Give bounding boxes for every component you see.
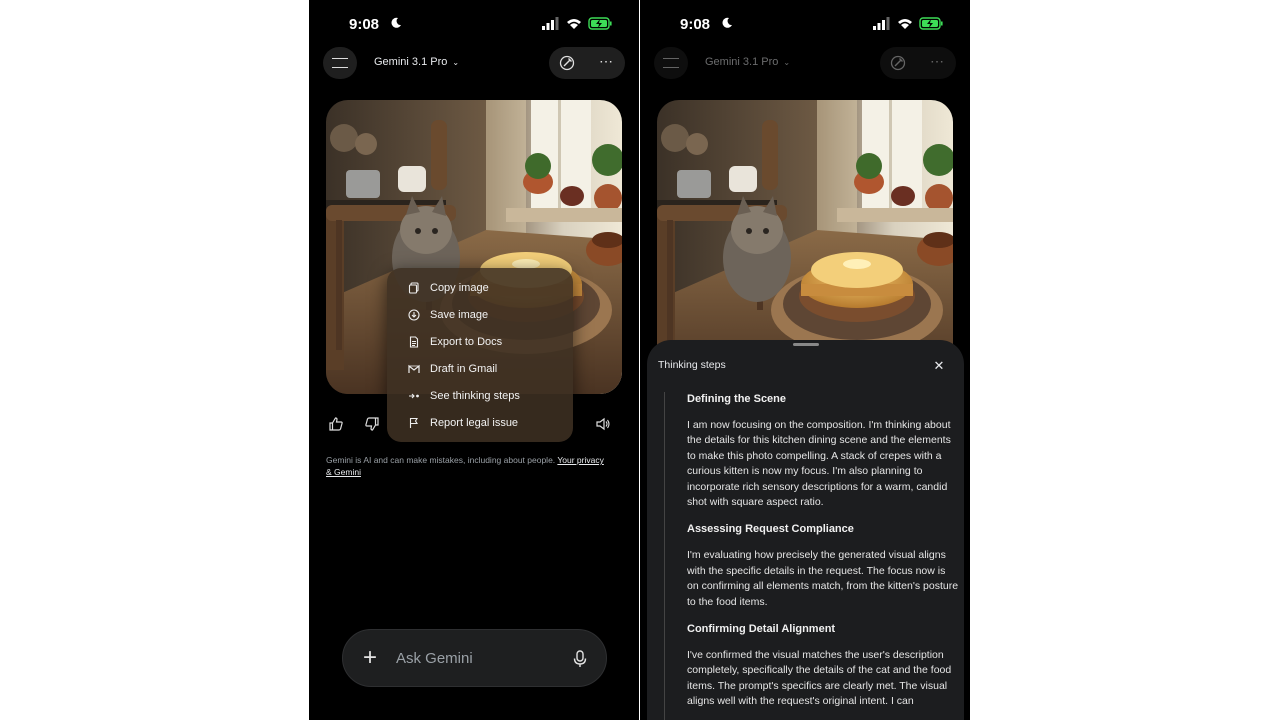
step-body: I'm evaluating how precisely the generat… <box>687 549 959 608</box>
battery-charging-icon <box>919 17 943 30</box>
battery-charging-icon <box>588 17 612 30</box>
add-attachment-icon[interactable]: + <box>363 646 377 670</box>
menu-item-label: Draft in Gmail <box>430 362 498 375</box>
do-not-disturb-moon-icon <box>722 17 732 28</box>
thinking-steps-sheet: Thinking steps ✕ Defining the Scene I am… <box>647 340 964 720</box>
response-feedback-row <box>309 416 639 434</box>
status-icons <box>873 17 943 30</box>
menu-item-draft-gmail[interactable]: Draft in Gmail <box>387 355 573 382</box>
main-menu-button[interactable] <box>323 47 357 79</box>
wifi-icon <box>898 19 912 29</box>
steps-divider-line <box>664 392 665 720</box>
prompt-placeholder[interactable]: Ask Gemini <box>396 650 473 667</box>
hamburger-icon <box>663 58 679 68</box>
model-name: Gemini 3.1 Pro <box>705 56 779 68</box>
status-time: 9:08 <box>680 16 711 33</box>
phone-screen-thinking-steps: 9:08 Gemini 3.1 Pro ⌄ ⋯ Thinking steps ✕… <box>640 0 970 720</box>
menu-item-save-image[interactable]: Save image <box>387 301 573 328</box>
sheet-drag-handle[interactable] <box>793 343 819 346</box>
header-actions: ⋯ <box>549 47 625 79</box>
wifi-icon <box>567 19 581 29</box>
status-time: 9:08 <box>349 16 380 33</box>
status-bar: 9:08 <box>309 14 639 34</box>
step-body: I've confirmed the visual matches the us… <box>687 649 952 708</box>
hamburger-icon <box>332 58 348 68</box>
menu-item-label: See thinking steps <box>430 389 520 402</box>
chevron-down-icon: ⌄ <box>783 57 791 67</box>
sheet-title: Thinking steps <box>658 359 726 371</box>
menu-item-thinking-steps[interactable]: See thinking steps <box>387 382 573 409</box>
menu-item-label: Copy image <box>430 281 489 294</box>
new-chat-icon[interactable] <box>890 55 906 71</box>
menu-item-label: Export to Docs <box>430 335 503 348</box>
phone-screen-image-menu: 9:08 Gemini 3.1 Pro ⌄ ⋯ Copy image Save … <box>309 0 639 720</box>
prompt-input-bar[interactable]: + Ask Gemini <box>342 629 607 687</box>
menu-item-export-docs[interactable]: Export to Docs <box>387 328 573 355</box>
step-title: Assessing Request Compliance <box>687 523 854 536</box>
main-menu-button[interactable] <box>654 47 688 79</box>
thinking-steps-list: Defining the Scene I am now focusing on … <box>687 392 959 720</box>
model-picker[interactable]: Gemini 3.1 Pro ⌄ <box>705 56 790 68</box>
chevron-down-icon: ⌄ <box>452 57 460 67</box>
menu-item-copy-image[interactable]: Copy image <box>387 274 573 301</box>
more-options-icon[interactable]: ⋯ <box>930 54 945 68</box>
menu-item-label: Save image <box>430 308 489 321</box>
download-icon <box>407 308 421 322</box>
do-not-disturb-moon-icon <box>391 17 401 28</box>
gmail-icon <box>407 362 421 376</box>
new-chat-icon[interactable] <box>559 55 575 71</box>
disclaimer-text: Gemini is AI and can make mistakes, incl… <box>326 455 558 465</box>
read-aloud-icon[interactable] <box>595 416 611 432</box>
docs-icon <box>407 335 421 349</box>
more-options-icon[interactable]: ⋯ <box>599 54 614 68</box>
close-icon[interactable]: ✕ <box>932 359 946 373</box>
step-title: Confirming Detail Alignment <box>687 623 836 636</box>
thumbs-down-icon[interactable] <box>364 416 380 432</box>
cellular-signal-icon <box>542 17 559 30</box>
header-actions: ⋯ <box>880 47 956 79</box>
microphone-icon[interactable] <box>572 650 588 668</box>
thumbs-up-icon[interactable] <box>328 416 344 432</box>
step-body: I am now focusing on the composition. I'… <box>687 419 951 509</box>
status-icons <box>542 17 612 30</box>
model-picker[interactable]: Gemini 3.1 Pro ⌄ <box>374 56 459 68</box>
cellular-signal-icon <box>873 17 890 30</box>
status-bar: 9:08 <box>640 14 970 34</box>
model-name: Gemini 3.1 Pro <box>374 56 448 68</box>
step-title: Defining the Scene <box>687 393 787 405</box>
thinking-steps-icon <box>407 389 421 403</box>
copy-icon <box>407 281 421 295</box>
ai-disclaimer: Gemini is AI and can make mistakes, incl… <box>326 455 606 478</box>
